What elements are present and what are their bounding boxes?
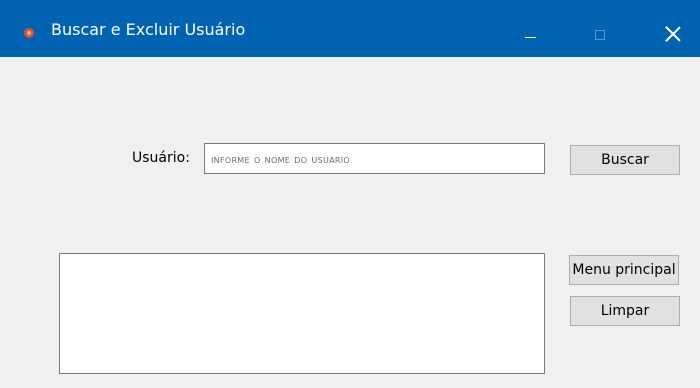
maximize-button[interactable] xyxy=(565,0,631,57)
window-title: Buscar e Excluir Usuário xyxy=(51,20,246,39)
minimize-icon xyxy=(525,37,536,38)
user-label: Usuário: xyxy=(132,150,190,166)
close-button[interactable] xyxy=(634,0,700,57)
minimize-button[interactable] xyxy=(499,0,565,57)
app-icon xyxy=(24,28,34,38)
title-bar: Buscar e Excluir Usuário xyxy=(0,0,700,57)
results-list[interactable] xyxy=(59,253,545,374)
user-search-input[interactable] xyxy=(204,143,545,174)
clear-button[interactable]: Limpar xyxy=(570,296,680,326)
main-menu-button[interactable]: Menu principal xyxy=(569,255,679,285)
close-icon xyxy=(665,26,681,42)
search-button[interactable]: Buscar xyxy=(570,145,680,175)
maximize-icon xyxy=(595,30,605,40)
